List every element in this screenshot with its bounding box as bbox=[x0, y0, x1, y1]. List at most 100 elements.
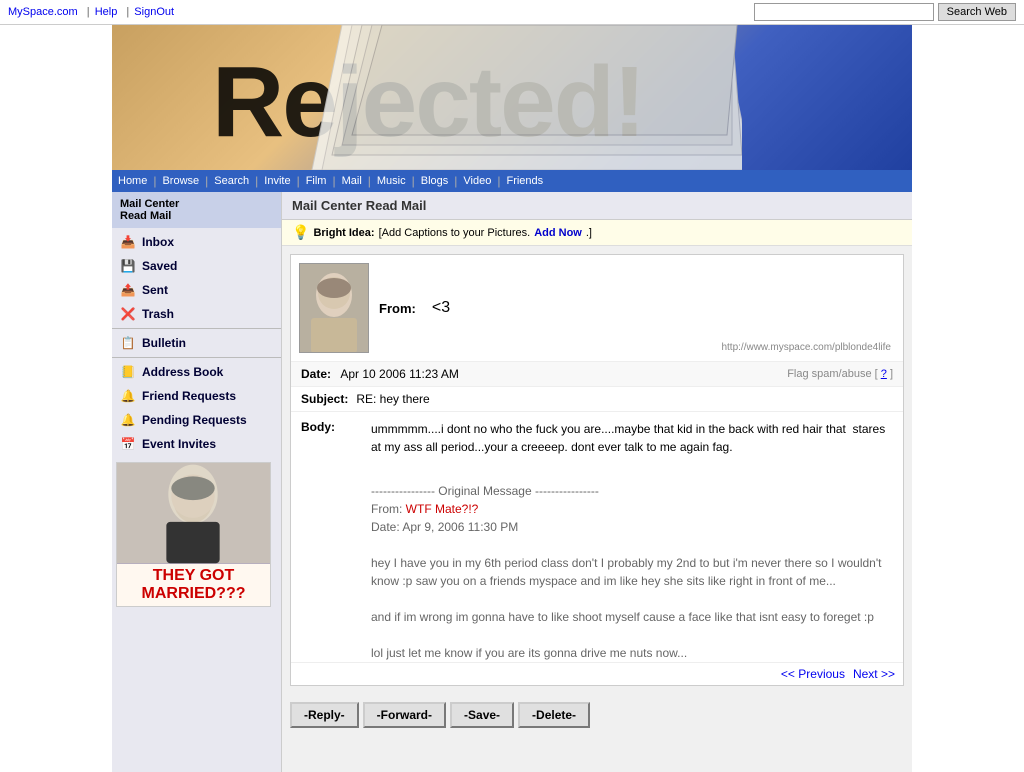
delete-button[interactable]: -Delete- bbox=[518, 702, 590, 728]
sidebar-divider-1 bbox=[112, 328, 281, 329]
body-label: Body: bbox=[291, 412, 371, 662]
mail-center-heading: Mail Center bbox=[292, 198, 362, 213]
action-buttons: -Reply- -Forward- -Save- -Delete- bbox=[282, 694, 912, 736]
signout-link[interactable]: SignOut bbox=[134, 6, 174, 18]
ad-married-text: THEY GOT MARRIED??? bbox=[120, 567, 267, 603]
sidebar-item-trash[interactable]: ❌ Trash bbox=[112, 302, 281, 326]
reply-button[interactable]: -Reply- bbox=[290, 702, 359, 728]
sender-name[interactable]: <3 bbox=[432, 299, 450, 317]
inbox-icon: 📥 bbox=[120, 234, 136, 250]
pendingrequests-label: Pending Requests bbox=[142, 413, 247, 427]
search-input[interactable] bbox=[754, 3, 934, 21]
from-info: From: <3 bbox=[379, 299, 635, 317]
read-mail-heading: Read Mail bbox=[366, 198, 427, 213]
original-sender-link[interactable]: WTF Mate?!? bbox=[406, 502, 479, 516]
from-label: From: bbox=[379, 301, 416, 316]
sidebar: Mail Center Read Mail 📥 Inbox 💾 Saved 📤 … bbox=[112, 192, 282, 772]
search-bar: Search Web bbox=[754, 3, 1016, 21]
add-now-link[interactable]: Add Now bbox=[534, 227, 582, 239]
help-link[interactable]: Help bbox=[95, 6, 118, 18]
ad-person-image bbox=[117, 462, 270, 564]
trash-label: Trash bbox=[142, 307, 174, 321]
sidebar-item-event-invites[interactable]: 📅 Event Invites bbox=[112, 432, 281, 456]
nav-search[interactable]: Search bbox=[208, 173, 255, 189]
myspace-link[interactable]: MySpace.com bbox=[8, 6, 78, 18]
date-field: Date: Apr 10 2006 11:23 AM bbox=[301, 367, 459, 381]
flag-suffix: ] bbox=[890, 368, 893, 380]
sent-label: Sent bbox=[142, 283, 168, 297]
flag-text: Flag spam/abuse [ bbox=[787, 368, 878, 380]
search-web-button[interactable]: Search Web bbox=[938, 3, 1016, 21]
ad-portrait-svg bbox=[117, 462, 270, 564]
sidebar-item-saved[interactable]: 💾 Saved bbox=[112, 254, 281, 278]
next-link[interactable]: Next >> bbox=[853, 667, 895, 681]
original-message: ---------------- Original Message ------… bbox=[371, 482, 893, 662]
bright-idea-message: [Add Captions to your Pictures. bbox=[379, 227, 531, 239]
friendrequests-label: Friend Requests bbox=[142, 389, 236, 403]
bulb-icon: 💡 bbox=[292, 224, 309, 241]
bulletin-icon: 📋 bbox=[120, 335, 136, 351]
profile-url[interactable]: http://www.myspace.com/plblonde4life bbox=[635, 342, 895, 353]
friendrequests-icon: 🔔 bbox=[120, 388, 136, 404]
forward-button[interactable]: -Forward- bbox=[363, 702, 446, 728]
flag-link[interactable]: ? bbox=[881, 368, 887, 380]
email-view: From: <3 http://www.myspace.com/plblonde… bbox=[290, 254, 904, 686]
inbox-label: Inbox bbox=[142, 235, 174, 249]
nav-invite[interactable]: Invite bbox=[258, 173, 296, 189]
bright-idea-bar: 💡 Bright Idea: [Add Captions to your Pic… bbox=[282, 220, 912, 246]
nav-video[interactable]: Video bbox=[457, 173, 497, 189]
trash-icon: ❌ bbox=[120, 306, 136, 322]
email-from-row: From: <3 http://www.myspace.com/plblonde… bbox=[291, 255, 903, 362]
saved-label: Saved bbox=[142, 259, 177, 273]
saved-icon: 💾 bbox=[120, 258, 136, 274]
nav-blogs[interactable]: Blogs bbox=[415, 173, 455, 189]
banner: Rejected! bbox=[112, 25, 912, 170]
sidebar-item-pending-requests[interactable]: 🔔 Pending Requests bbox=[112, 408, 281, 432]
sidebar-divider-2 bbox=[112, 357, 281, 358]
date-value: Apr 10 2006 11:23 AM bbox=[340, 367, 459, 381]
nav-music[interactable]: Music bbox=[371, 173, 412, 189]
top-bar: MySpace.com | Help | SignOut Search Web bbox=[0, 0, 1024, 25]
sidebar-item-sent[interactable]: 📤 Sent bbox=[112, 278, 281, 302]
nav-browse[interactable]: Browse bbox=[156, 173, 205, 189]
email-navigation: << Previous Next >> bbox=[291, 662, 903, 685]
sent-icon: 📤 bbox=[120, 282, 136, 298]
pendingrequests-icon: 🔔 bbox=[120, 412, 136, 428]
sidebar-item-bulletin[interactable]: 📋 Bulletin bbox=[112, 331, 281, 355]
ad-panel: THEY GOT MARRIED??? bbox=[112, 458, 281, 611]
nav-friends[interactable]: Friends bbox=[500, 173, 549, 189]
eventinvites-label: Event Invites bbox=[142, 437, 216, 451]
ad-image: THEY GOT MARRIED??? bbox=[116, 462, 271, 607]
sidebar-item-friend-requests[interactable]: 🔔 Friend Requests bbox=[112, 384, 281, 408]
addressbook-label: Address Book bbox=[142, 365, 223, 379]
body-content: ummmmm....i dont no who the fuck you are… bbox=[371, 412, 903, 662]
banner-pages-svg bbox=[292, 25, 742, 170]
eventinvites-icon: 📅 bbox=[120, 436, 136, 452]
save-button[interactable]: -Save- bbox=[450, 702, 514, 728]
sender-avatar bbox=[299, 263, 369, 353]
mail-center-title: Mail Center bbox=[120, 198, 273, 210]
ad-text: THEY GOT MARRIED??? bbox=[117, 564, 270, 606]
date-label: Date: bbox=[301, 367, 331, 381]
email-subject-row: Subject: RE: hey there bbox=[291, 387, 903, 412]
sidebar-nav: 📥 Inbox 💾 Saved 📤 Sent ❌ Trash 📋 bbox=[112, 228, 281, 458]
bright-idea-label: Bright Idea: bbox=[313, 227, 374, 239]
bright-idea-suffix: .] bbox=[586, 227, 592, 239]
avatar-image bbox=[299, 263, 369, 353]
previous-link[interactable]: << Previous bbox=[781, 667, 845, 681]
addressbook-icon: 📒 bbox=[120, 364, 136, 380]
nav-home[interactable]: Home bbox=[112, 173, 153, 189]
content-area: Mail Center Read Mail 💡 Bright Idea: [Ad… bbox=[282, 192, 912, 772]
subject-value: RE: hey there bbox=[356, 392, 429, 406]
email-date-row: Date: Apr 10 2006 11:23 AM Flag spam/abu… bbox=[291, 362, 903, 387]
sidebar-item-inbox[interactable]: 📥 Inbox bbox=[112, 230, 281, 254]
sidebar-item-address-book[interactable]: 📒 Address Book bbox=[112, 360, 281, 384]
nav-film[interactable]: Film bbox=[300, 173, 333, 189]
mail-center-header: Mail Center Read Mail bbox=[112, 192, 281, 228]
nav-mail[interactable]: Mail bbox=[336, 173, 368, 189]
body-rejection: ummmmm....i dont no who the fuck you are… bbox=[371, 420, 893, 456]
subject-label: Subject: bbox=[301, 392, 348, 406]
main-layout: Mail Center Read Mail 📥 Inbox 💾 Saved 📤 … bbox=[112, 192, 912, 772]
bulletin-label: Bulletin bbox=[142, 336, 186, 350]
top-links: MySpace.com | Help | SignOut bbox=[8, 6, 178, 18]
